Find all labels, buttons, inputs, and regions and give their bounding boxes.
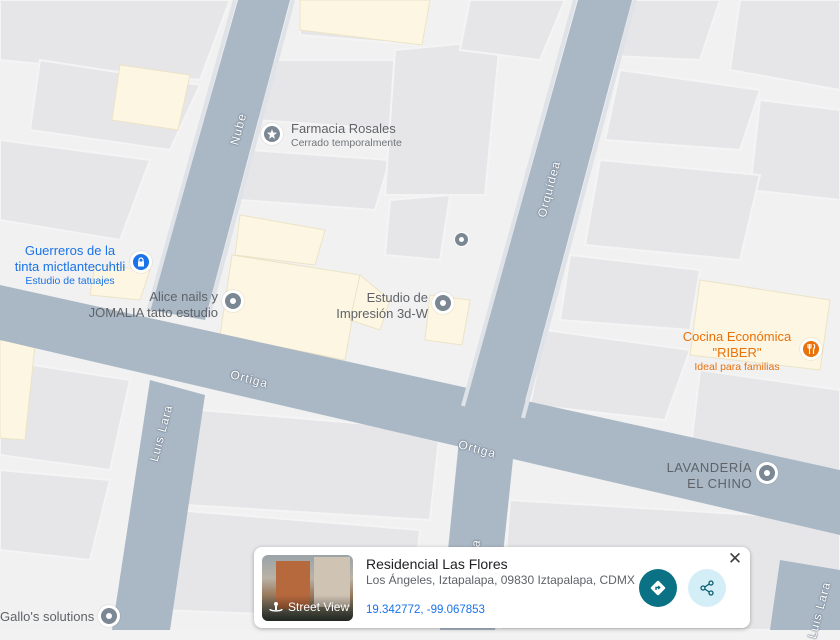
place-name-line2: Impresión 3d-W — [336, 306, 428, 321]
place-name-line1: LAVANDERÍA — [666, 460, 752, 475]
place-name-line1: Alice nails y — [149, 289, 218, 304]
unnamed-poi-marker[interactable] — [454, 232, 469, 247]
place-name-line1: Cocina Económica — [682, 329, 792, 344]
place-coordinates[interactable]: 19.342772, -99.067853 — [366, 604, 485, 616]
street-view-thumbnail[interactable]: Street View — [262, 555, 353, 621]
place-estudio-impresion[interactable]: Estudio de Impresión 3d-W — [335, 290, 428, 322]
tattoo-studio-marker[interactable] — [130, 251, 152, 273]
place-name-line1: Guerreros de la — [24, 243, 116, 258]
place-name: Gallo's solutions — [0, 609, 95, 624]
place-pin-icon — [435, 295, 451, 311]
fork-knife-icon — [803, 341, 819, 357]
lavanderia-marker[interactable] — [756, 462, 778, 484]
lock-icon — [133, 254, 149, 270]
share-icon — [700, 580, 714, 596]
place-name-line1: Estudio de — [366, 290, 428, 305]
street-view-button[interactable]: Street View — [268, 600, 349, 614]
pharmacy-marker[interactable] — [261, 123, 283, 145]
close-icon[interactable]: ✕ — [726, 550, 744, 568]
place-info-card[interactable]: Street View Residencial Las Flores Los Á… — [254, 547, 750, 628]
place-category: Ideal para familias — [694, 361, 780, 373]
place-farmacia-rosales[interactable]: Farmacia Rosales Cerrado temporalmente — [291, 121, 402, 150]
place-name-line2: JOMALIA tatto estudio — [88, 305, 218, 320]
directions-button[interactable] — [639, 569, 677, 607]
directions-icon — [650, 580, 666, 596]
street-view-icon — [269, 602, 283, 612]
street-view-label: Street View — [288, 600, 350, 614]
place-category: Estudio de tatuajes — [25, 275, 115, 287]
gallos-marker[interactable] — [98, 605, 120, 627]
place-name: Farmacia Rosales — [291, 121, 396, 136]
place-pin-icon — [759, 465, 775, 481]
alice-nails-marker[interactable] — [222, 290, 244, 312]
place-guerreros[interactable]: Guerreros de la tinta mictlantecuhtli Es… — [10, 243, 130, 288]
estudio-impresion-marker[interactable] — [432, 292, 454, 314]
share-button[interactable] — [688, 569, 726, 607]
place-name-line2: EL CHINO — [687, 476, 752, 491]
place-pin-icon — [225, 293, 241, 309]
place-title: Residencial Las Flores — [366, 556, 508, 572]
place-status: Cerrado temporalmente — [291, 137, 402, 149]
place-alice-nails[interactable]: Alice nails y JOMALIA tatto estudio — [84, 289, 218, 321]
pin-dot — [459, 237, 464, 242]
place-pin-icon — [101, 608, 117, 624]
place-name-line2: "RIBER" — [712, 345, 762, 360]
place-lavanderia[interactable]: LAVANDERÍA EL CHINO — [660, 460, 752, 492]
cocina-riber-marker[interactable] — [800, 338, 822, 360]
place-gallos-solutions[interactable]: Gallo's solutions — [0, 609, 94, 625]
pharmacy-icon — [264, 126, 280, 142]
place-name-line2: tinta mictlantecuhtli — [14, 259, 126, 274]
place-cocina-riber[interactable]: Cocina Económica "RIBER" Ideal para fami… — [672, 329, 802, 374]
place-address: Los Ángeles, Iztapalapa, 09830 Iztapalap… — [366, 573, 635, 587]
